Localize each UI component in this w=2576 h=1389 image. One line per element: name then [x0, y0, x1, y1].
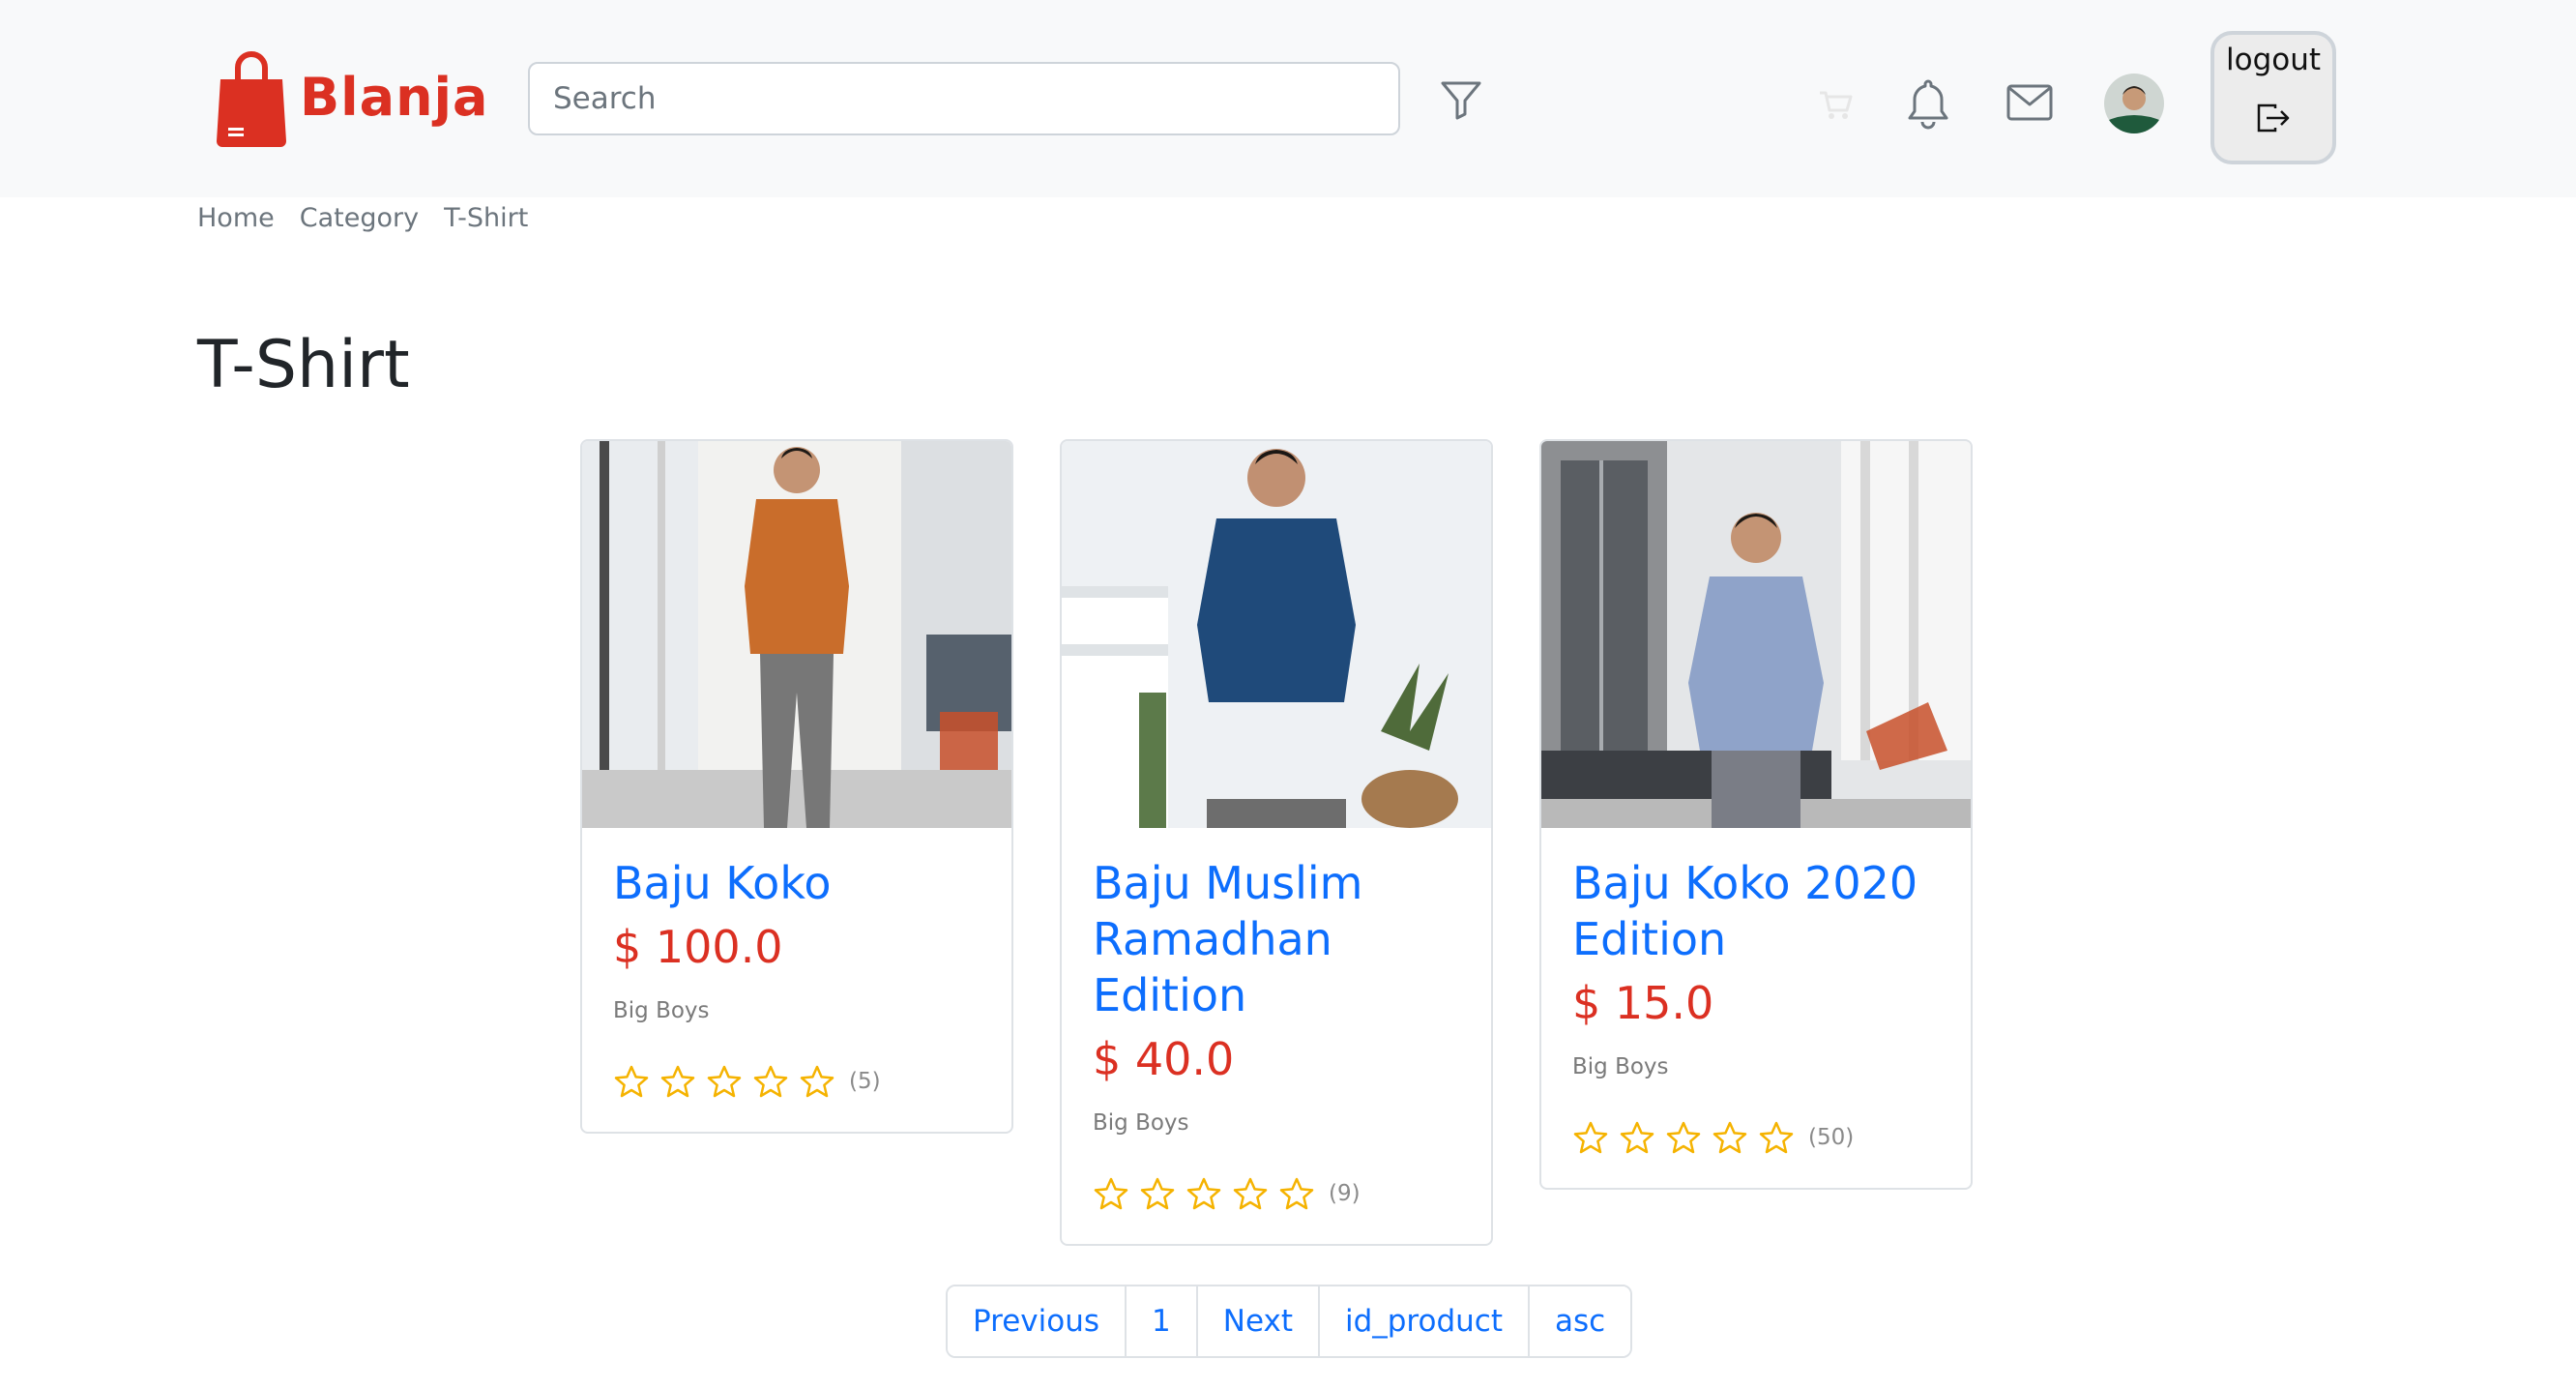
star-icon	[614, 1065, 649, 1098]
sort-field-button[interactable]: id_product	[1319, 1286, 1530, 1356]
rating-count: (5)	[849, 1069, 881, 1094]
bell-icon	[1908, 79, 1948, 130]
product-store: Big Boys	[1572, 1054, 1669, 1079]
breadcrumb-current[interactable]: T-Shirt	[444, 203, 528, 233]
brand-name: Blanja	[300, 66, 489, 128]
breadcrumb: Home Category T-Shirt	[197, 203, 528, 233]
breadcrumb-home[interactable]: Home	[197, 203, 275, 233]
star-icon	[1759, 1121, 1794, 1154]
star-icon	[1233, 1177, 1268, 1210]
star-icon	[1620, 1121, 1654, 1154]
star-icon	[800, 1065, 834, 1098]
logout-label: logout	[2225, 43, 2322, 77]
messages-button[interactable]	[2005, 81, 2054, 124]
top-navbar: Blanja logout	[0, 0, 2576, 197]
logout-icon	[2257, 103, 2290, 133]
mail-icon	[2006, 84, 2053, 121]
product-store: Big Boys	[1093, 1110, 1189, 1136]
filter-button[interactable]	[1439, 77, 1483, 122]
product-card[interactable]: Baju Koko 2020 Edition $ 15.0 Big Boys (…	[1539, 439, 1973, 1190]
filter-icon	[1441, 81, 1481, 120]
product-title[interactable]: Baju Muslim Ramadhan Edition	[1093, 855, 1460, 1023]
next-page-button[interactable]: Next	[1197, 1286, 1320, 1356]
product-store: Big Boys	[613, 998, 710, 1023]
product-rating: (9)	[1093, 1176, 1460, 1211]
breadcrumb-category[interactable]: Category	[300, 203, 419, 233]
page-title: T-Shirt	[197, 327, 410, 403]
product-image	[582, 441, 1011, 828]
logout-button[interactable]: logout	[2210, 31, 2336, 164]
product-title[interactable]: Baju Koko	[613, 855, 981, 911]
product-image	[1062, 441, 1491, 828]
brand-logo[interactable]: Blanja	[215, 46, 489, 147]
star-icon	[660, 1065, 695, 1098]
user-avatar[interactable]	[2104, 74, 2164, 133]
search-input[interactable]	[528, 62, 1400, 135]
cart-icon	[1820, 91, 1853, 119]
product-price: $ 40.0	[1093, 1033, 1235, 1085]
rating-count: (9)	[1329, 1181, 1361, 1206]
star-icon	[753, 1065, 788, 1098]
previous-page-button[interactable]: Previous	[948, 1286, 1127, 1356]
star-icon	[1712, 1121, 1747, 1154]
cart-button[interactable]	[1816, 85, 1855, 124]
product-price: $ 100.0	[613, 921, 783, 973]
star-icon	[1186, 1177, 1221, 1210]
star-icon	[1666, 1121, 1701, 1154]
star-icon	[707, 1065, 742, 1098]
rating-count: (50)	[1808, 1125, 1855, 1150]
product-price: $ 15.0	[1572, 977, 1714, 1029]
notifications-button[interactable]	[1903, 75, 1953, 130]
star-icon	[1094, 1177, 1128, 1210]
page-number-button[interactable]: 1	[1127, 1286, 1198, 1356]
star-icon	[1573, 1121, 1608, 1154]
product-title[interactable]: Baju Koko 2020 Edition	[1572, 855, 1940, 967]
avatar-photo-icon	[2104, 74, 2164, 133]
shopping-bag-logo-icon	[217, 51, 286, 147]
pagination: Previous 1 Next id_product asc	[946, 1285, 1633, 1358]
star-icon	[1279, 1177, 1314, 1210]
sort-order-button[interactable]: asc	[1530, 1286, 1631, 1356]
product-card[interactable]: Baju Muslim Ramadhan Edition $ 40.0 Big …	[1060, 439, 1493, 1246]
star-icon	[1140, 1177, 1175, 1210]
product-rating: (5)	[613, 1064, 981, 1099]
product-rating: (50)	[1572, 1120, 1940, 1155]
product-image	[1541, 441, 1971, 828]
product-card[interactable]: Baju Koko $ 100.0 Big Boys (5)	[580, 439, 1013, 1134]
